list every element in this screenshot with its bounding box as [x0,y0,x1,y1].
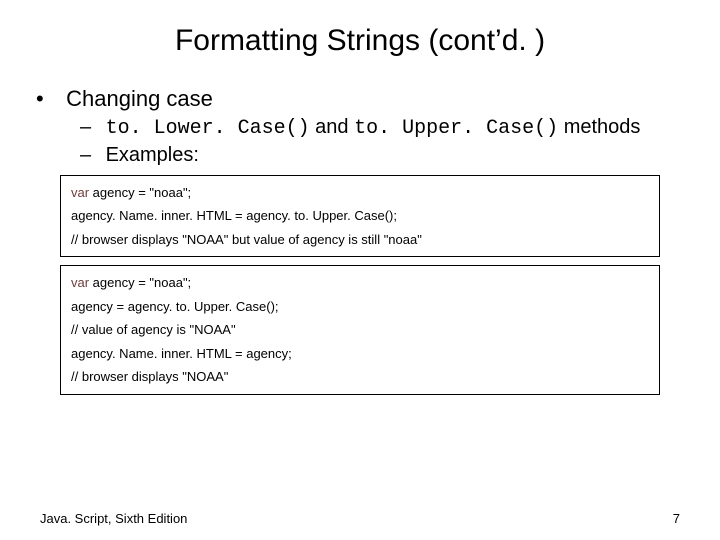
slide: Formatting Strings (cont’d. ) Changing c… [0,0,720,540]
code-tolowercase: to. Lower. Case() [106,117,310,140]
footer-page-number: 7 [673,511,680,526]
keyword-var: var [71,185,89,200]
bullet-list-level1: Changing case to. Lower. Case() and to. … [20,86,700,167]
slide-body: Changing case to. Lower. Case() and to. … [0,86,720,395]
code-line: // value of agency is "NOAA" [71,319,649,340]
text-and: and [310,116,354,138]
slide-title: Formatting Strings (cont’d. ) [0,0,720,68]
code-line: agency. Name. inner. HTML = agency; [71,343,649,364]
code-line: var agency = "noaa"; [71,182,649,203]
code-line: agency. Name. inner. HTML = agency. to. … [71,205,649,226]
bullet-methods: to. Lower. Case() and to. Upper. Case() … [100,116,700,140]
bullet-examples: Examples: [100,144,700,167]
bullet-list-level2: to. Lower. Case() and to. Upper. Case() … [60,116,700,167]
code-example-1: var agency = "noaa"; agency. Name. inner… [60,175,660,257]
code-line: var agency = "noaa"; [71,272,649,293]
code-text: agency = "noaa"; [89,185,191,200]
bullet-text: Examples: [106,144,199,166]
bullet-changing-case: Changing case to. Lower. Case() and to. … [60,86,700,167]
code-example-2: var agency = "noaa"; agency = agency. to… [60,265,660,394]
bullet-text: Changing case [66,86,213,111]
keyword-var: var [71,275,89,290]
text-methods: methods [558,116,640,138]
code-line: agency = agency. to. Upper. Case(); [71,296,649,317]
code-line: // browser displays "NOAA" [71,366,649,387]
footer-book-title: Java. Script, Sixth Edition [40,511,187,526]
code-line: // browser displays "NOAA" but value of … [71,229,649,250]
code-text: agency = "noaa"; [89,275,191,290]
code-touppercase: to. Upper. Case() [354,117,558,140]
